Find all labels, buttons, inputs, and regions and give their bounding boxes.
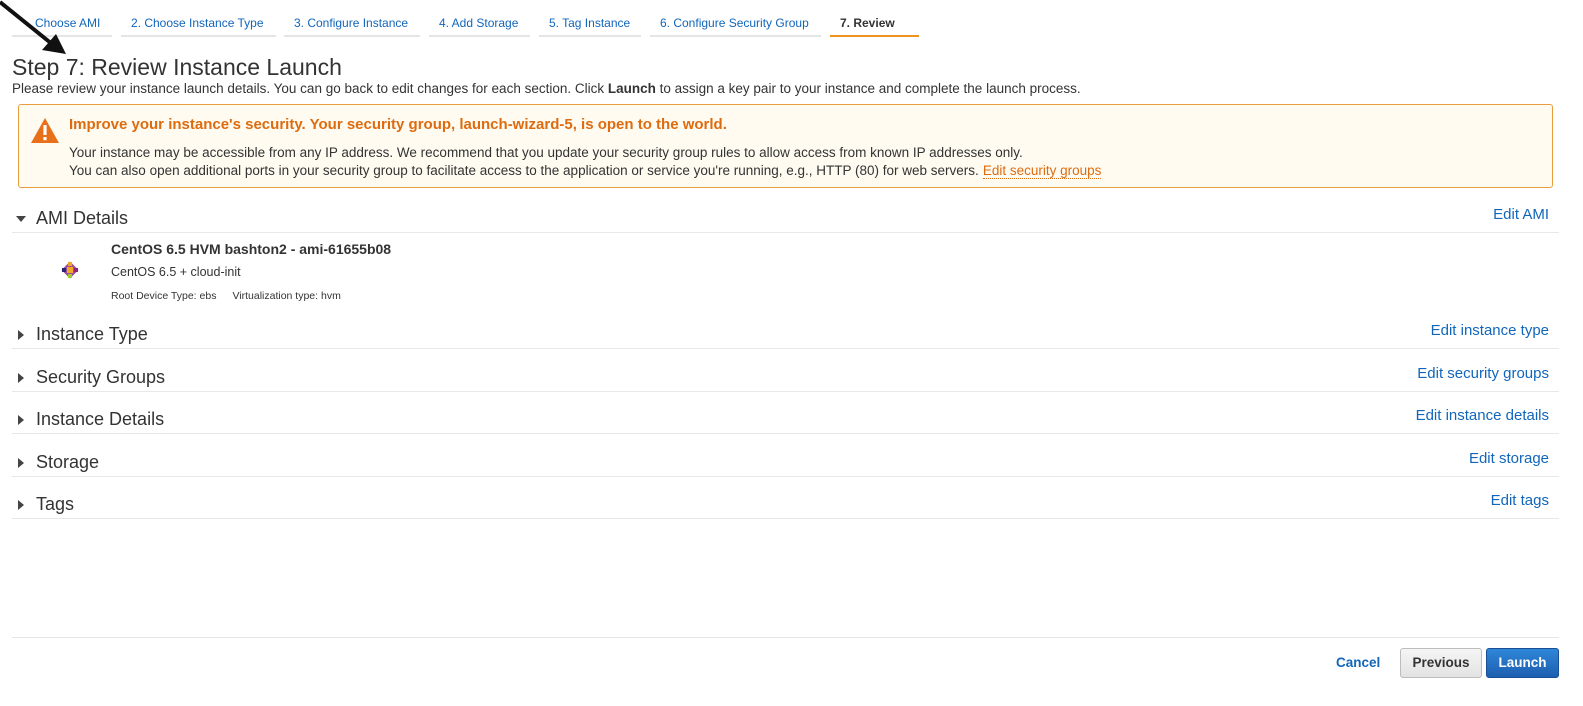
caret-right-icon[interactable] <box>18 458 24 468</box>
annotation-arrow-icon <box>0 0 66 54</box>
edit-tags-link[interactable]: Edit tags <box>1491 492 1549 509</box>
section-label: AMI Details <box>36 208 129 228</box>
section-label: Tags <box>36 494 75 514</box>
page-title: Step 7: Review Instance Launch <box>12 54 342 80</box>
page-intro: Please review your instance launch detai… <box>12 81 1081 96</box>
centos-logo-icon <box>61 261 79 279</box>
warning-title: Improve your instance's security. Your s… <box>69 116 727 133</box>
ami-detail: CentOS 6.5 HVM bashton2 - ami-61655b08 C… <box>60 240 660 310</box>
tab-review[interactable]: 7. Review <box>830 10 919 37</box>
ami-name: CentOS 6.5 HVM bashton2 - ami-61655b08 <box>111 241 392 257</box>
cancel-button[interactable]: Cancel <box>1336 655 1380 670</box>
section-instance-details[interactable]: Instance Details Edit instance details <box>12 407 1559 434</box>
caret-right-icon[interactable] <box>18 500 24 510</box>
edit-instance-type-link[interactable]: Edit instance type <box>1431 322 1549 339</box>
wizard-steps: Choose AMI 2. Choose Instance Type 3. Co… <box>0 0 1583 38</box>
tab-add-storage[interactable]: 4. Add Storage <box>429 10 530 37</box>
edit-security-groups-link[interactable]: Edit security groups <box>982 163 1102 179</box>
security-warning: Improve your instance's security. Your s… <box>18 104 1553 188</box>
section-tags[interactable]: Tags Edit tags <box>12 492 1559 519</box>
warning-text-line2: You can also open additional ports in yo… <box>69 163 1102 179</box>
caret-right-icon[interactable] <box>18 373 24 383</box>
caret-down-icon[interactable] <box>16 216 26 222</box>
edit-instance-details-link[interactable]: Edit instance details <box>1416 407 1549 424</box>
section-ami-details[interactable]: AMI Details Edit AMI <box>12 206 1559 233</box>
section-label: Security Groups <box>36 367 166 387</box>
tab-choose-instance-type[interactable]: 2. Choose Instance Type <box>121 10 276 37</box>
section-label: Instance Details <box>36 409 165 429</box>
ami-description: CentOS 6.5 + cloud-init <box>111 265 241 279</box>
edit-storage-link[interactable]: Edit storage <box>1469 450 1549 467</box>
caret-right-icon[interactable] <box>18 330 24 340</box>
warning-triangle-icon <box>31 118 59 143</box>
root-device-type: Root Device Type: ebs <box>111 290 217 302</box>
edit-security-groups-link[interactable]: Edit security groups <box>1417 365 1549 382</box>
section-label: Instance Type <box>36 324 148 344</box>
section-storage[interactable]: Storage Edit storage <box>12 450 1559 477</box>
tab-configure-security-group[interactable]: 6. Configure Security Group <box>650 10 821 37</box>
previous-button[interactable]: Previous <box>1400 648 1482 678</box>
section-label: Storage <box>36 452 100 472</box>
virtualization-type: Virtualization type: hvm <box>232 290 341 302</box>
footer-divider <box>12 637 1559 638</box>
warning-text-line1: Your instance may be accessible from any… <box>69 145 1023 160</box>
tab-tag-instance[interactable]: 5. Tag Instance <box>539 10 641 37</box>
launch-button[interactable]: Launch <box>1486 648 1559 678</box>
edit-ami-link[interactable]: Edit AMI <box>1493 206 1549 223</box>
section-instance-type[interactable]: Instance Type Edit instance type <box>12 322 1559 349</box>
section-security-groups[interactable]: Security Groups Edit security groups <box>12 365 1559 392</box>
ami-meta: Root Device Type: ebs Virtualization type… <box>111 290 341 302</box>
caret-right-icon[interactable] <box>18 415 24 425</box>
tab-configure-instance[interactable]: 3. Configure Instance <box>284 10 420 37</box>
